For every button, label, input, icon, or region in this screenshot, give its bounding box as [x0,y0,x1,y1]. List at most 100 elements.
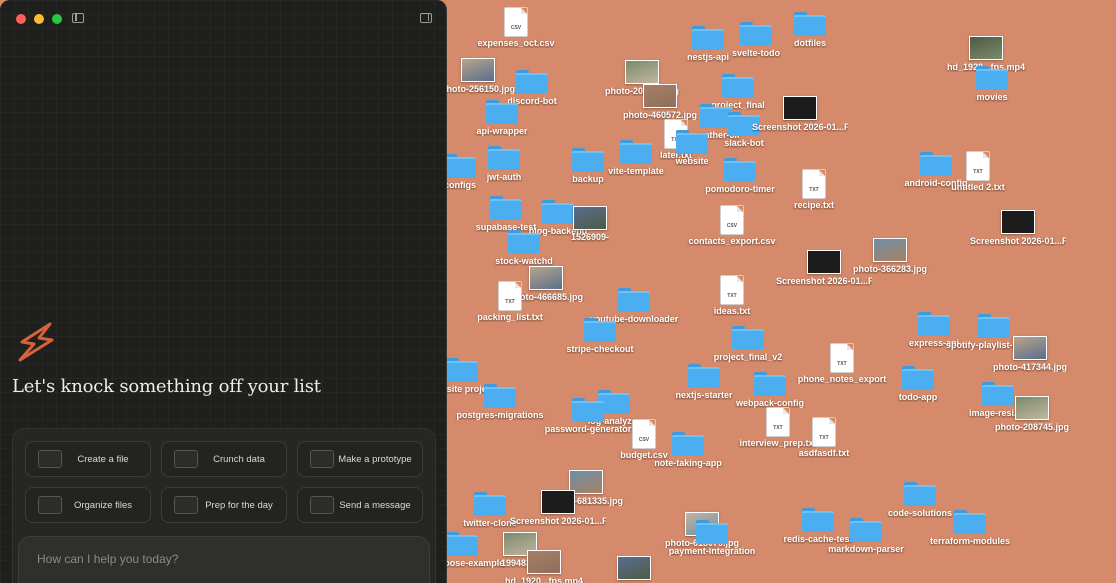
desktop-item-screenshot-2026-01-pm-png[interactable]: Screenshot 2026-01...PM.png [752,96,848,132]
desktop-item-label: terraform-modules [929,536,1010,546]
desktop-item-label: api-wrapper [476,126,528,136]
desktop-item-photo-417344-jpg[interactable]: photo-417344.jpg [982,336,1078,372]
desktop-item-ideas-txt[interactable]: TXT ideas.txt [684,276,780,316]
desktop-item-label: recipe.txt [793,200,835,210]
desktop-item-asdfasdf-txt[interactable]: TXT asdfasdf.txt [776,418,872,458]
desktop-item-label: Screenshot 2026-01...PM.png [776,276,872,286]
document-icon: TXT [684,276,780,304]
folder-icon [946,314,1042,338]
window-controls [16,14,62,24]
image-thumbnail [586,556,682,580]
document-icon: CSV [684,206,780,234]
folder-icon [588,140,684,164]
prep-for-the-day-button[interactable]: Prep for the day [161,487,287,523]
sidebar-toggle-icon[interactable] [72,13,84,23]
claude-app-window: Let's knock something off your list Crea… [0,0,447,583]
screenshot-thumbnail [752,96,848,120]
desktop-item-label: packing_list.txt [477,312,543,322]
spreadsheet-icon [38,450,62,468]
desktop-item-stock-watchd[interactable]: stock-watchd [476,230,572,266]
desktop-item-recipe-txt[interactable]: TXT recipe.txt [766,170,862,210]
minimize-window-button[interactable] [34,14,44,24]
desktop-item-contacts-export-csv[interactable]: CSV contacts_export.csv [684,206,780,246]
image-thumbnail [938,36,1034,60]
desktop-item-postgres-migrations[interactable]: postgres-migrations [452,384,548,420]
desktop-item-screenshot-2026-01-pm-png[interactable]: Screenshot 2026-01...PM.png [970,210,1066,246]
folder-icon [700,326,796,350]
desktop-item-jwt-auth[interactable]: jwt-auth [456,146,552,182]
desktop-item-webpack-config[interactable]: webpack-config [722,372,818,408]
folder-icon [476,230,572,254]
image-thumbnail [496,550,592,574]
make-a-prototype-button[interactable]: Make a prototype [297,441,423,477]
desktop-item-untitled-2-txt[interactable]: TXT untitled 2.txt [930,152,1026,192]
desktop-item-label: expenses_oct.csv [477,38,555,48]
folder-icon [664,520,760,544]
desktop-item-label: postgres-migrations [456,410,544,420]
desktop-item-vite-template[interactable]: vite-template [588,140,684,176]
desktop-item-hd-1920-fps-mp4[interactable]: hd_1920...fps.mp4 [496,550,592,583]
desktop-item-movies[interactable]: movies [944,66,1040,102]
image-thumbnail [542,206,638,230]
desktop-item-packing-list-txt[interactable]: TXT packing_list.txt [462,282,558,322]
prompt-box [18,536,430,583]
crunch-data-button[interactable]: Crunch data [161,441,287,477]
desktop-item-label: Screenshot 2026-01...PM.png [510,516,606,526]
desktop-item-label: untitled 2.txt [951,182,1005,192]
desktop-item-label: vite-template [608,166,664,176]
folder-icon [540,398,636,422]
prompt-input[interactable] [35,551,419,567]
desktop-item-label: asdfasdf.txt [798,448,850,458]
desktop-item-label: photo-208745.jpg [994,422,1069,432]
close-window-button[interactable] [16,14,26,24]
image-thumbnail [842,238,938,262]
image-thumbnail [982,336,1078,360]
folder-icon [452,384,548,408]
folder-icon [722,372,818,396]
desktop-item-label: movies [976,92,1008,102]
folder-icon [690,74,786,98]
desktop-item-label: Screenshot 2026-01...PM.png [970,236,1066,246]
screenshot-thumbnail [510,490,606,514]
document-icon: TXT [776,418,872,446]
folder-icon [454,100,550,124]
maximize-window-button[interactable] [52,14,62,24]
desktop-item-dotfiles[interactable]: dotfiles [762,12,858,48]
desktop-item-screenshot-2026-01-pm-png[interactable]: Screenshot 2026-01...PM.png [510,490,606,526]
send-a-message-button[interactable]: Send a message [297,487,423,523]
desktop-item-label: photo-417344.jpg [992,362,1067,372]
document-icon: CSV [468,8,564,36]
folder-icon [484,70,580,94]
desktop-item-terraform-modules[interactable]: terraform-modules [922,510,1018,546]
desktop-item-label: ideas.txt [713,306,751,316]
desktop-item-label: Screenshot 2026-01...PM.png [752,122,848,132]
desktop-item-label: stock-watchd [495,256,553,266]
desktop-item-payment-integration[interactable]: payment-integration [664,520,760,556]
folder-icon [456,146,552,170]
desktop-item-api-wrapper[interactable]: api-wrapper [454,100,550,136]
panel-toggle-icon[interactable] [420,13,432,23]
desktop-item-photo-366283-jpg[interactable]: photo-366283.jpg [842,238,938,274]
desktop-item-note-taking-app[interactable]: note-taking-app [640,432,736,468]
folder-icon [944,66,1040,90]
organize-files-button[interactable]: Organize files [25,487,151,523]
desktop-item-stripe-checkout[interactable]: stripe-checkout [552,318,648,354]
desktop-item-project-final-v2[interactable]: project_final_v2 [700,326,796,362]
document-icon: TXT [930,152,1026,180]
chat-bubbles-icon [310,496,334,514]
desktop-item-markdown-parser[interactable]: markdown-parser [818,518,914,554]
image-thumbnail [984,396,1080,420]
desktop-item-label: hd_1920...fps.mp4 [504,576,584,583]
folder-icon [818,518,914,542]
desktop-item-photo-208745-jpg[interactable]: photo-208745.jpg [984,396,1080,432]
create-a-file-button[interactable]: Create a file [25,441,151,477]
desktop-item-expenses-oct-csv[interactable]: CSV expenses_oct.csv [468,8,564,48]
folder-icon [586,288,682,312]
folder-icon [922,510,1018,534]
folder-icon [872,482,968,506]
desktop-item-label: note-taking-app [654,458,722,468]
desktop-item-label: markdown-parser [828,544,904,554]
browser-cursor-icon [310,450,334,468]
desktop-item-2282013[interactable]: 2282013- [586,556,682,583]
folder-icon [640,432,736,456]
